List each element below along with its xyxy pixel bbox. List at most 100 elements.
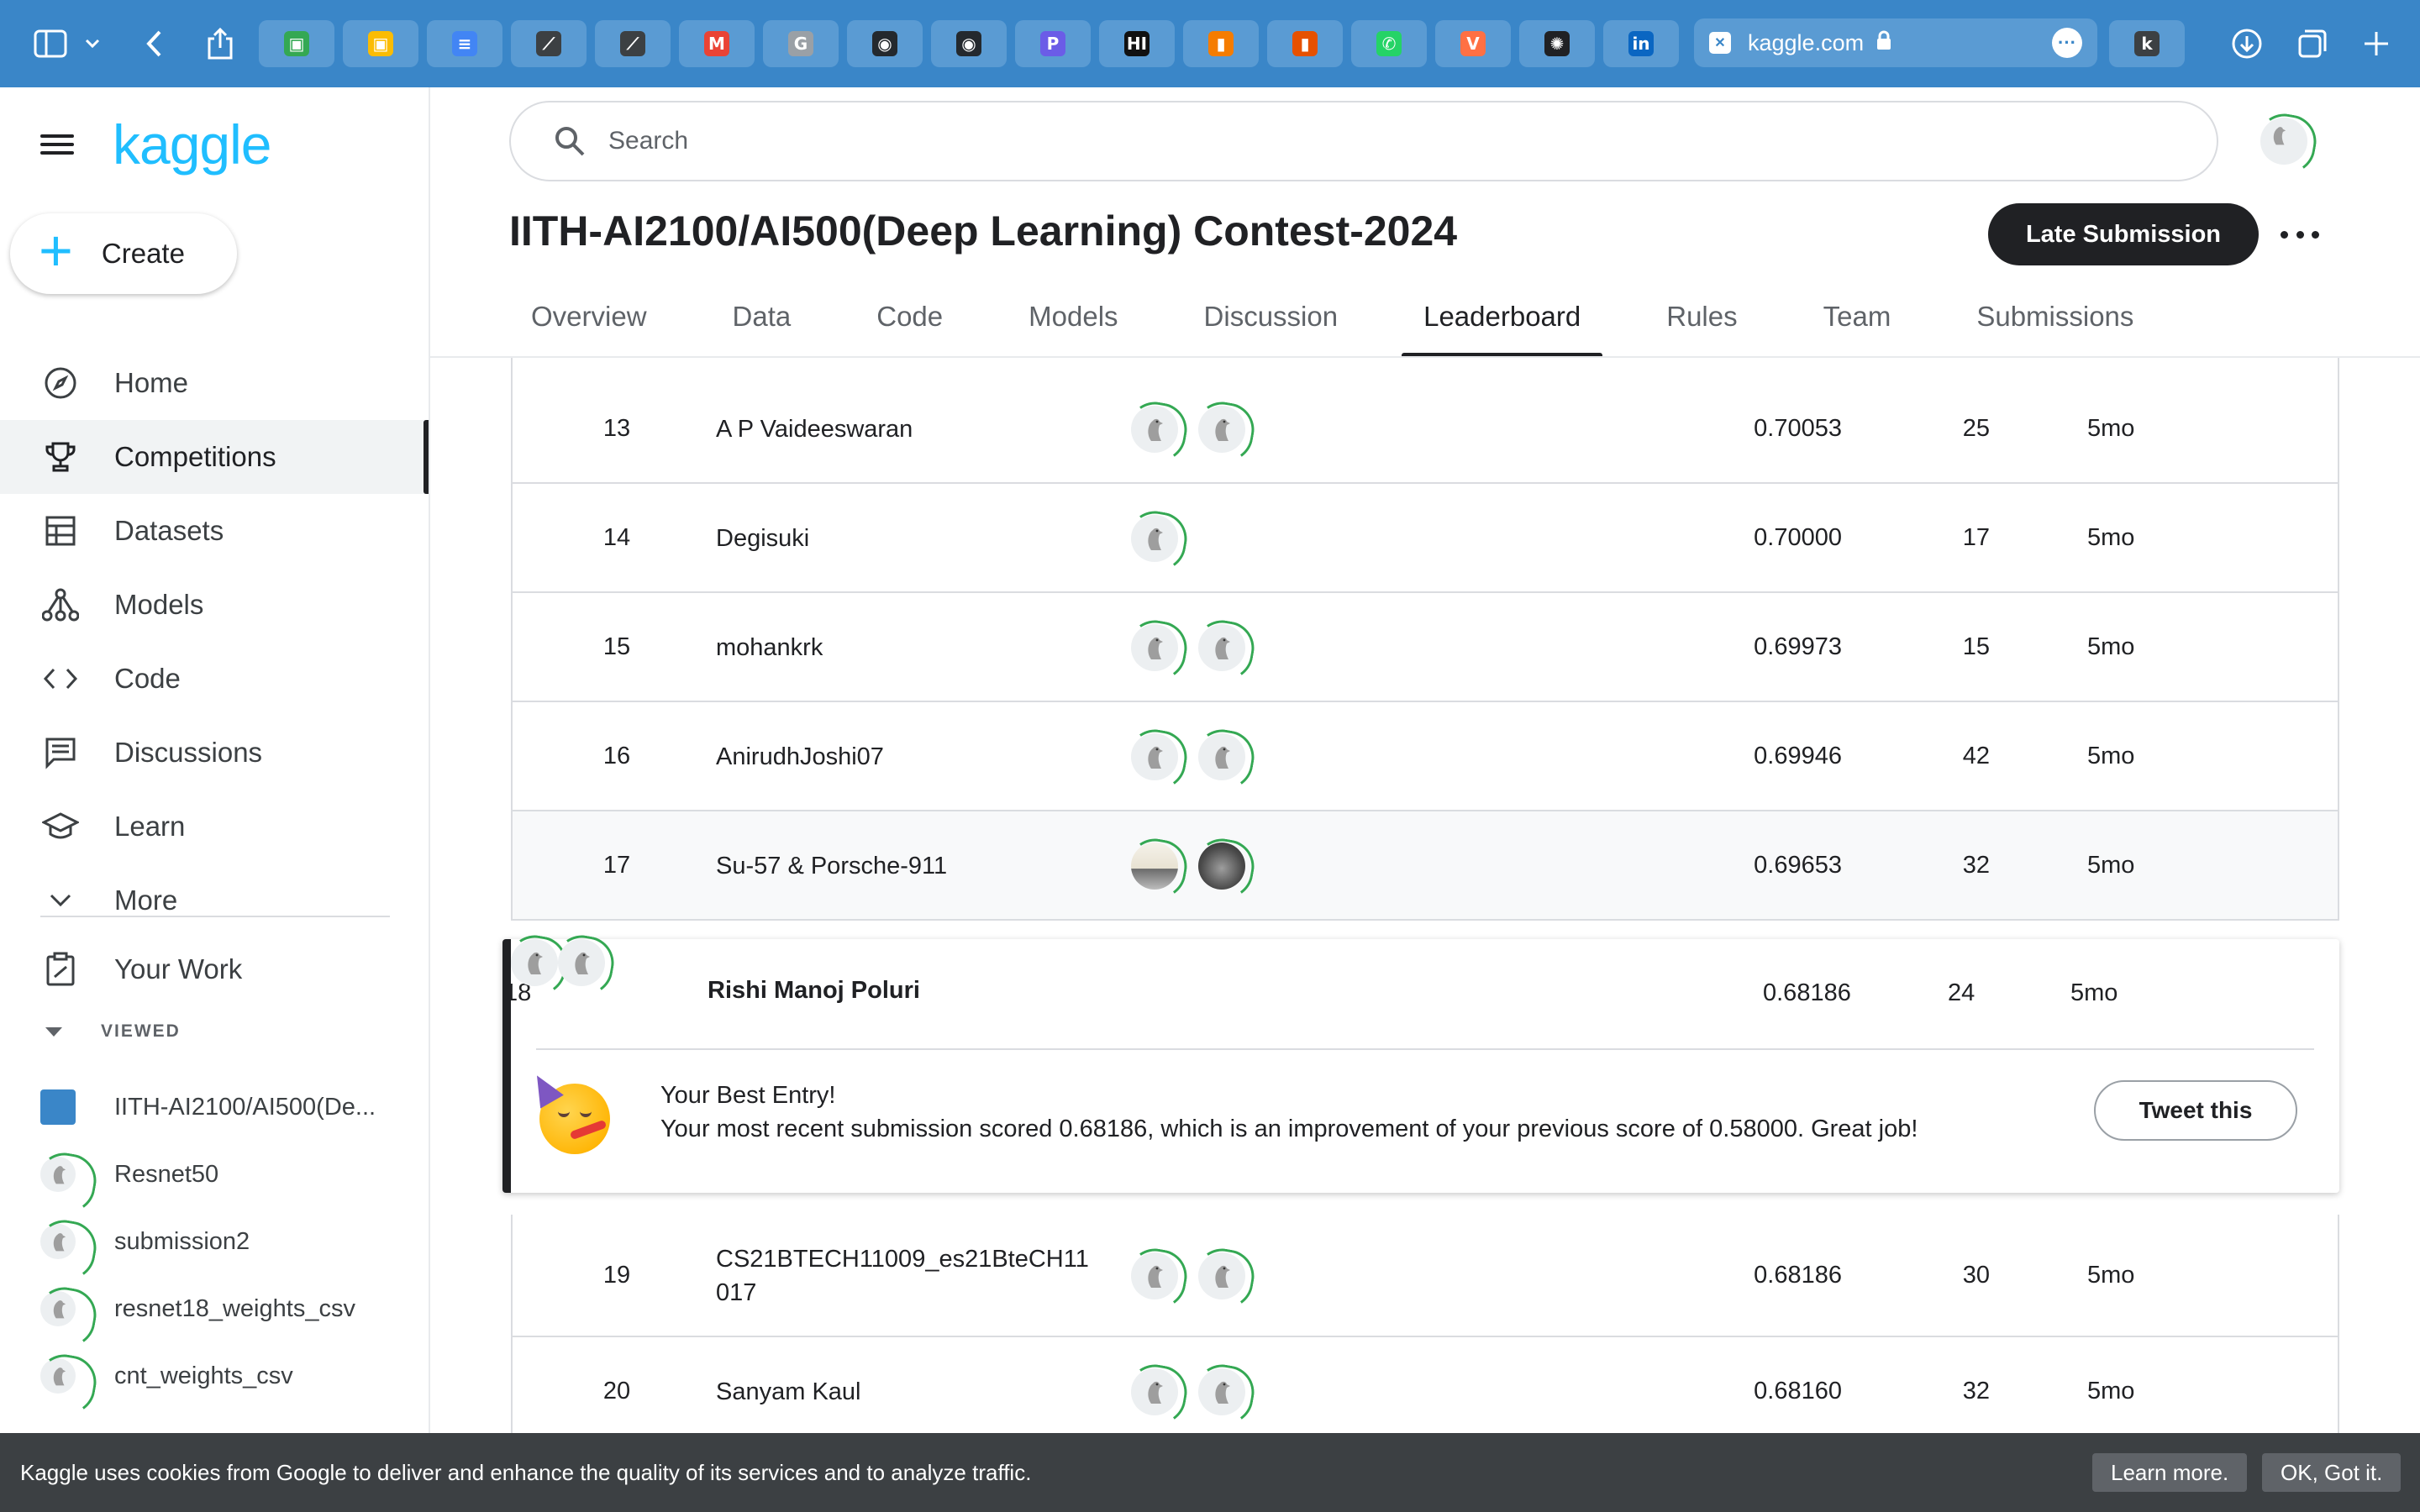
back-icon[interactable] bbox=[131, 20, 178, 67]
search-input[interactable]: Search bbox=[509, 101, 2218, 181]
viewed-item[interactable]: IITH-AI2100/AI500(De... bbox=[40, 1082, 410, 1132]
kaggle-logo[interactable]: kaggle bbox=[113, 113, 271, 176]
table-row[interactable]: 17 Su-57 & Porsche-911 0.69653 32 5mo bbox=[511, 811, 2339, 921]
tab-code[interactable]: Code bbox=[855, 286, 965, 358]
browser-tab[interactable]: ⟋ bbox=[511, 20, 587, 67]
new-tab-icon[interactable] bbox=[2353, 20, 2400, 67]
more-actions-icon[interactable] bbox=[2281, 215, 2319, 254]
score-cell: 0.69973 bbox=[1754, 633, 1842, 660]
tab-rules[interactable]: Rules bbox=[1644, 286, 1759, 358]
browser-tab[interactable]: ⟋ bbox=[595, 20, 671, 67]
table-row[interactable]: 13 A P Vaideeswaran 0.70053 25 5mo bbox=[511, 375, 2339, 484]
team-name[interactable]: Sanyam Kaul bbox=[716, 1375, 1111, 1409]
tab-leaderboard[interactable]: Leaderboard bbox=[1402, 286, 1603, 358]
tab-favicon-icon: ▣ bbox=[284, 31, 309, 56]
avatar[interactable] bbox=[1131, 1368, 1178, 1415]
menu-icon[interactable] bbox=[40, 129, 74, 163]
tab-discussion[interactable]: Discussion bbox=[1182, 286, 1360, 358]
sidebar-item-code[interactable]: Code bbox=[0, 642, 429, 716]
browser-tab[interactable]: in bbox=[1603, 20, 1679, 67]
avatar[interactable] bbox=[1131, 406, 1178, 453]
chevron-down-icon[interactable] bbox=[76, 20, 109, 67]
browser-tab[interactable]: ▣ bbox=[343, 20, 418, 67]
viewed-item[interactable]: cnt_weights_csv bbox=[40, 1351, 410, 1401]
browser-tab[interactable]: P bbox=[1015, 20, 1091, 67]
tab-models[interactable]: Models bbox=[1007, 286, 1139, 358]
sidebar-item-models[interactable]: Models bbox=[0, 568, 429, 642]
avatar[interactable] bbox=[1131, 843, 1178, 890]
download-icon[interactable] bbox=[2223, 20, 2270, 67]
tab-data[interactable]: Data bbox=[711, 286, 813, 358]
avatar[interactable] bbox=[1198, 624, 1245, 671]
avatar[interactable] bbox=[511, 939, 558, 986]
team-name[interactable]: mohankrk bbox=[716, 631, 1111, 664]
team-name[interactable]: Degisuki bbox=[716, 522, 1111, 555]
team-name[interactable]: CS21BTECH11009_es21BteCH11 017 bbox=[716, 1242, 1111, 1310]
table-row[interactable]: 15 mohankrk 0.69973 15 5mo bbox=[511, 593, 2339, 702]
sidebar-item-label: More bbox=[114, 885, 178, 916]
avatar[interactable] bbox=[1131, 624, 1178, 671]
user-avatar[interactable] bbox=[2260, 118, 2307, 169]
avatar[interactable] bbox=[1198, 733, 1245, 780]
browser-tab[interactable]: ≡ bbox=[427, 20, 502, 67]
team-name[interactable]: Rishi Manoj Poluri bbox=[708, 977, 920, 1005]
tab-favicon-icon: ▣ bbox=[368, 31, 393, 56]
browser-tab[interactable]: ▮ bbox=[1267, 20, 1343, 67]
learn-more-button[interactable]: Learn more. bbox=[2092, 1453, 2248, 1492]
browser-tab[interactable]: M bbox=[679, 20, 755, 67]
avatar[interactable] bbox=[1198, 406, 1245, 453]
share-icon[interactable] bbox=[197, 20, 244, 67]
browser-tab[interactable]: ▣ bbox=[259, 20, 334, 67]
table-row[interactable]: 19 CS21BTECH11009_es21BteCH11 017 0.68186 3… bbox=[511, 1215, 2339, 1337]
viewed-item[interactable]: Resnet50 bbox=[40, 1149, 410, 1200]
sidebar-item-more[interactable]: More bbox=[0, 864, 429, 937]
browser-tab[interactable]: ◉ bbox=[847, 20, 923, 67]
table-row[interactable]: 20 Sanyam Kaul 0.68160 32 5mo bbox=[511, 1337, 2339, 1446]
avatar[interactable] bbox=[1198, 1368, 1245, 1415]
table-row[interactable]: 16 AnirudhJoshi07 0.69946 42 5mo bbox=[511, 702, 2339, 811]
browser-tab[interactable]: HI bbox=[1099, 20, 1175, 67]
sidebar-item-your-work[interactable]: Your Work bbox=[0, 932, 429, 1006]
last-cell: 5mo bbox=[2087, 852, 2135, 879]
tabs-overview-icon[interactable] bbox=[2289, 20, 2336, 67]
viewed-item-label: cnt_weights_csv bbox=[114, 1362, 293, 1389]
table-row[interactable]: 14 Degisuki 0.70000 17 5mo bbox=[511, 484, 2339, 593]
table-row[interactable]: 18 Rishi Manoj Poluri 0.68186 24 5mo bbox=[504, 939, 2339, 1048]
sidebar-item-home[interactable]: Home bbox=[0, 346, 429, 420]
tab-submissions[interactable]: Submissions bbox=[1954, 286, 2155, 358]
browser-tab[interactable]: G bbox=[763, 20, 839, 67]
avatar[interactable] bbox=[1131, 515, 1178, 562]
avatar[interactable] bbox=[1131, 733, 1178, 780]
ok-got-it-button[interactable]: OK, Got it. bbox=[2262, 1453, 2402, 1492]
browser-tab[interactable]: ◉ bbox=[931, 20, 1007, 67]
team-members bbox=[1131, 1368, 1265, 1415]
browser-tab[interactable]: ▮ bbox=[1183, 20, 1259, 67]
sidebar-item-datasets[interactable]: Datasets bbox=[0, 494, 429, 568]
browser-tab[interactable]: ✆ bbox=[1351, 20, 1427, 67]
create-button[interactable]: + Create bbox=[10, 213, 237, 294]
tab-overview[interactable]: Overview bbox=[509, 286, 669, 358]
sidebar-item-learn[interactable]: Learn bbox=[0, 790, 429, 864]
team-name[interactable]: Su-57 & Porsche-911 bbox=[716, 849, 1111, 883]
address-bar[interactable]: ✕ kaggle.com ··· bbox=[1694, 18, 2097, 67]
late-submission-button[interactable]: Late Submission bbox=[1988, 203, 2259, 265]
sidebar-toggle-icon[interactable] bbox=[27, 20, 74, 67]
tweet-button[interactable]: Tweet this bbox=[2094, 1080, 2297, 1141]
team-name[interactable]: A P Vaideeswaran bbox=[716, 412, 1111, 446]
browser-tab[interactable]: V bbox=[1435, 20, 1511, 67]
viewed-section-toggle[interactable]: VIEWED bbox=[45, 1021, 181, 1042]
sidebar-item-competitions[interactable]: Competitions bbox=[0, 420, 429, 494]
sidebar-item-discussions[interactable]: Discussions bbox=[0, 716, 429, 790]
tab-team[interactable]: Team bbox=[1802, 286, 1913, 358]
avatar[interactable] bbox=[1198, 1252, 1245, 1299]
browser-tab[interactable]: ✺ bbox=[1519, 20, 1595, 67]
kaggle-tab[interactable]: k bbox=[2109, 20, 2185, 67]
team-name[interactable]: AnirudhJoshi07 bbox=[716, 740, 1111, 774]
more-options-icon[interactable]: ··· bbox=[2052, 28, 2082, 58]
sidebar-divider bbox=[40, 916, 390, 917]
avatar[interactable] bbox=[558, 939, 605, 986]
viewed-item[interactable]: resnet18_weights_csv bbox=[40, 1284, 410, 1334]
viewed-item[interactable]: submission2 bbox=[40, 1216, 410, 1267]
avatar[interactable] bbox=[1198, 843, 1245, 890]
avatar[interactable] bbox=[1131, 1252, 1178, 1299]
